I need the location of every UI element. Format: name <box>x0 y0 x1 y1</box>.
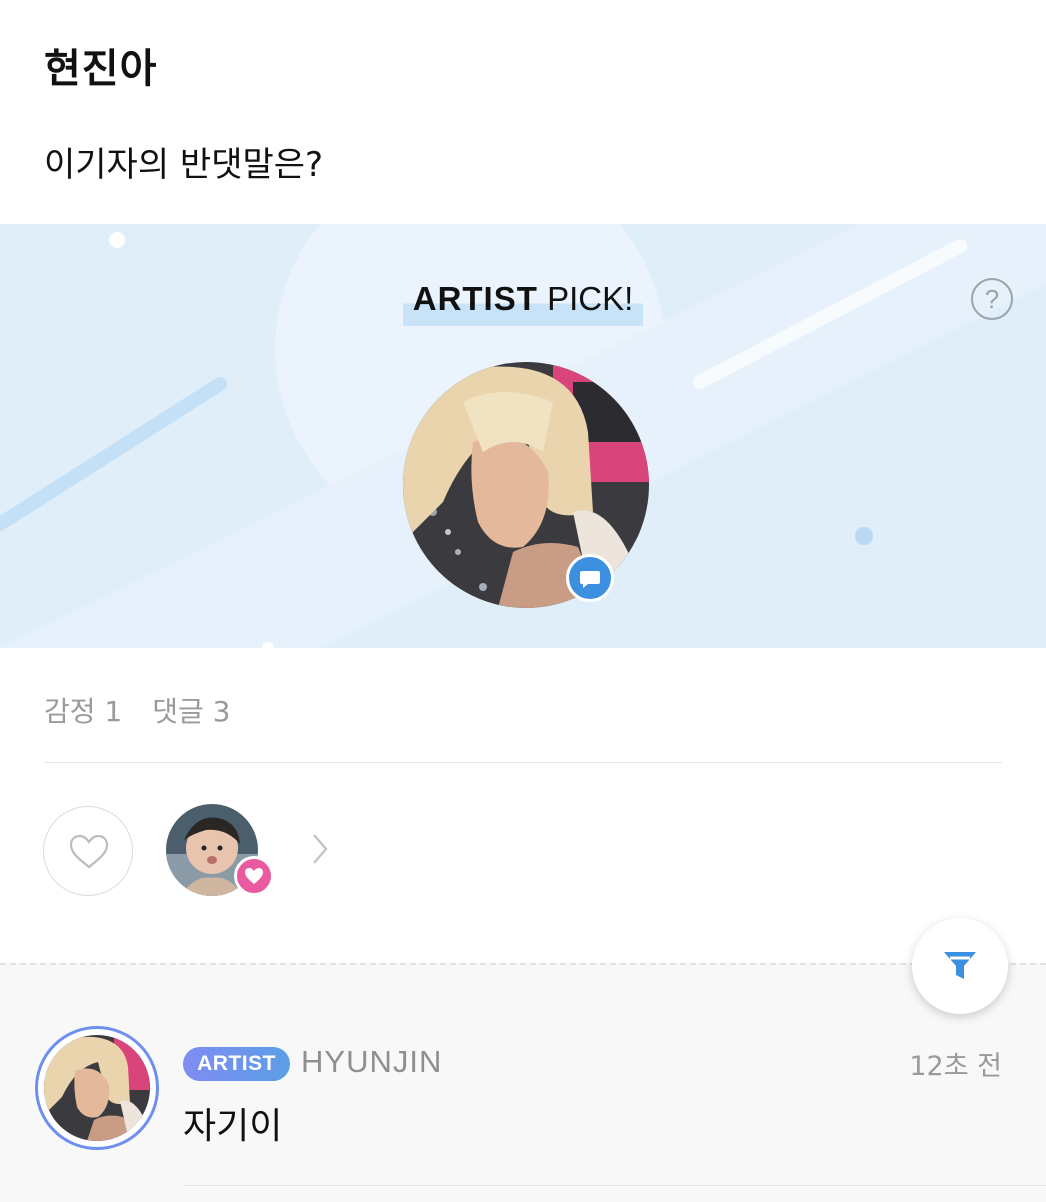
post-body: 이기자의 반댓말은? <box>44 145 324 185</box>
like-button[interactable] <box>43 806 133 896</box>
post-stats: 감정 1 댓글 3 <box>44 690 261 730</box>
emotion-count[interactable]: 감정 1 <box>44 695 122 728</box>
artist-pick-label: ARTIST PICK! <box>0 276 1046 326</box>
divider <box>44 762 1002 763</box>
artist-pick-regular: PICK! <box>537 280 634 317</box>
artist-badge: ARTIST <box>183 1047 290 1081</box>
post-title: 현진아 <box>44 46 158 92</box>
heart-outline-icon <box>69 834 109 869</box>
comment-divider <box>183 1185 1046 1186</box>
artist-pick-banner: ARTIST PICK! ? <box>0 224 1046 648</box>
question-circle-icon[interactable]: ? <box>971 278 1013 320</box>
filter-button[interactable] <box>912 918 1008 1014</box>
artist-pick-bold: ARTIST <box>412 280 538 317</box>
comment-author[interactable]: HYUNJIN <box>301 1044 442 1080</box>
chevron-right-icon[interactable] <box>310 832 330 866</box>
comment-avatar-photo <box>44 1035 150 1141</box>
filter-icon <box>944 952 976 979</box>
chat-bubble-icon <box>566 554 614 602</box>
comment-timestamp: 12초 전 <box>909 1051 1002 1082</box>
comment-avatar[interactable] <box>35 1026 159 1150</box>
heart-icon <box>234 856 274 896</box>
comment-count[interactable]: 댓글 3 <box>152 695 230 728</box>
comment-text: 자기이 <box>183 1106 283 1147</box>
